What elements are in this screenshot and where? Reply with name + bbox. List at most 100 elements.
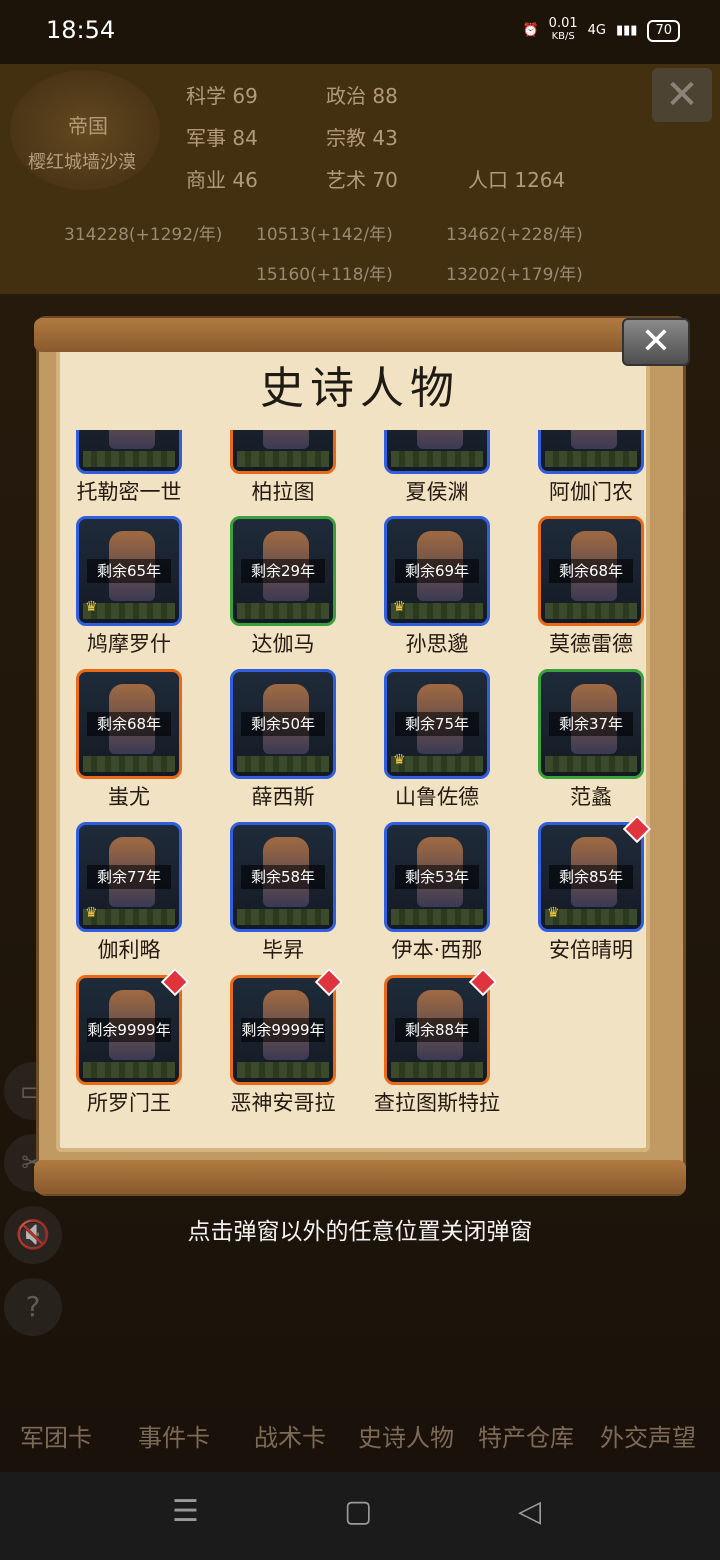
remaining-years: 剩余68年 <box>549 559 633 583</box>
toolbar-epic-characters[interactable]: 史诗人物 <box>358 1418 454 1453</box>
character-name: 山鲁佐德 <box>395 785 479 809</box>
character-card[interactable]: 剩余29年达伽马 <box>214 516 368 666</box>
help-button[interactable]: ? <box>4 1278 62 1336</box>
character-name: 查拉图斯特拉 <box>374 1091 500 1115</box>
remaining-years: 剩余85年 <box>549 865 633 889</box>
character-card[interactable]: 柏拉图 <box>214 430 368 514</box>
character-card[interactable]: 剩余9999年 恶神安哥拉 <box>214 967 368 1124</box>
character-card[interactable]: 剩余69年 ♛ 孙思邈 <box>368 516 522 666</box>
resource-food: 10513(+142/年) <box>256 225 393 245</box>
network-label: 4G <box>587 23 606 38</box>
character-card[interactable]: 剩余88年 查拉图斯特拉 <box>368 967 522 1124</box>
background-close-icon: ✕ <box>652 68 712 122</box>
remaining-years: 剩余50年 <box>241 712 325 736</box>
character-name: 夏侯渊 <box>405 480 469 504</box>
stat-science: 科学 69 <box>186 84 258 108</box>
character-name: 孙思邈 <box>405 632 469 656</box>
character-name: 安倍晴明 <box>549 938 633 962</box>
remaining-years: 剩余77年 <box>87 865 171 889</box>
remaining-years: 剩余9999年 <box>87 1018 171 1042</box>
character-name: 毕昇 <box>262 938 304 962</box>
character-portrait: 剩余75年 ♛ <box>384 669 490 779</box>
grass-decoration <box>545 756 637 772</box>
menu-icon[interactable]: ☰ <box>172 1494 199 1529</box>
grass-decoration <box>83 756 175 772</box>
remaining-years: 剩余68年 <box>87 712 171 736</box>
resource-iron: 13462(+228/年) <box>446 225 583 245</box>
character-card[interactable]: 剩余75年 ♛ 山鲁佐德 <box>368 669 522 819</box>
character-portrait <box>230 430 336 474</box>
signal-icon: ▮▮▮ <box>615 23 638 38</box>
stat-art: 艺术 70 <box>326 168 398 192</box>
character-card[interactable]: 剩余53年 伊本·西那 <box>368 822 522 972</box>
character-name: 恶神安哥拉 <box>230 1091 336 1115</box>
popup-title: 史诗人物 <box>260 363 460 414</box>
character-portrait: 剩余65年 ♛ <box>76 516 182 626</box>
character-card[interactable]: 夏侯渊 <box>368 430 522 514</box>
resource-wood: 15160(+118/年) <box>256 265 393 285</box>
character-card[interactable]: 剩余68年 莫德雷德 <box>522 516 660 666</box>
character-name: 伽利略 <box>97 938 161 962</box>
character-portrait <box>384 430 490 474</box>
character-card[interactable]: 剩余85年 ♛ 安倍晴明 <box>522 814 660 972</box>
character-card[interactable]: 托勒密一世 <box>60 430 214 514</box>
toolbar-tactic-cards[interactable]: 战术卡 <box>254 1418 326 1453</box>
stat-religion: 宗教 43 <box>326 126 398 150</box>
crown-icon: ♛ <box>85 599 98 615</box>
remaining-years: 剩余53年 <box>395 865 479 889</box>
toolbar-specialty-warehouse[interactable]: 特产仓库 <box>478 1418 574 1453</box>
new-badge-icon <box>314 967 344 997</box>
remaining-years: 剩余9999年 <box>241 1018 325 1042</box>
new-badge-icon <box>160 967 190 997</box>
character-card[interactable]: 剩余58年毕昇 <box>214 822 368 972</box>
character-card[interactable]: 剩余37年范蠡 <box>522 669 660 819</box>
crown-icon: ♛ <box>393 752 406 768</box>
character-portrait <box>76 430 182 474</box>
character-portrait: 剩余58年 <box>230 822 336 932</box>
character-name: 范蠡 <box>570 785 612 809</box>
new-badge-icon <box>468 967 498 997</box>
scroll-top-rod <box>34 318 686 352</box>
character-portrait: 剩余85年 ♛ <box>538 814 652 932</box>
grass-decoration <box>237 603 329 619</box>
character-card[interactable]: 剩余77年 ♛ 伽利略 <box>60 822 214 972</box>
character-portrait: 剩余9999年 <box>230 967 344 1085</box>
character-grid[interactable]: 托勒密一世 柏拉图 夏侯渊 阿伽门农 剩余65年 ♛ 鸠摩罗什 剩余29年 达伽马 剩余69年 ♛ 孙… <box>60 430 660 1124</box>
clock: 18:54 <box>46 16 116 44</box>
character-name: 托勒密一世 <box>76 480 182 504</box>
character-portrait: 剩余53年 <box>384 822 490 932</box>
character-card[interactable]: 剩余68年 蚩尤 <box>60 669 214 819</box>
grass-decoration <box>83 451 175 467</box>
character-portrait: 剩余77年 ♛ <box>76 822 182 932</box>
new-badge-icon <box>622 814 652 844</box>
toolbar-diplomacy[interactable]: 外交声望 <box>600 1418 696 1453</box>
system-icons: ⏰ 0.01 KB/S 4G ▮▮▮ 70 <box>522 17 680 43</box>
character-card[interactable]: 剩余9999年 所罗门王 <box>60 967 214 1124</box>
character-card[interactable]: 阿伽门农 <box>522 430 660 514</box>
crown-icon: ♛ <box>393 599 406 615</box>
grass-decoration <box>237 451 329 467</box>
character-card[interactable]: 剩余50年 薛西斯 <box>214 669 368 819</box>
status-bar: 18:54 ⏰ 0.01 KB/S 4G ▮▮▮ 70 <box>0 0 720 64</box>
home-icon[interactable]: ▢ <box>344 1494 372 1529</box>
toolbar-legion-cards[interactable]: 军团卡 <box>20 1418 92 1453</box>
back-icon[interactable]: ◁ <box>518 1494 541 1529</box>
scroll-bottom-rod <box>34 1160 686 1194</box>
remaining-years: 剩余29年 <box>241 559 325 583</box>
character-figure <box>417 430 463 449</box>
emblem-title: 帝国 <box>68 114 108 138</box>
character-card[interactable]: 剩余65年 ♛ 鸠摩罗什 <box>60 516 214 666</box>
grass-decoration <box>237 756 329 772</box>
character-portrait: 剩余68年 <box>538 516 644 626</box>
grass-decoration <box>391 909 483 925</box>
grass-decoration <box>545 451 637 467</box>
navigation-bar: ☰ ▢ ◁ <box>0 1472 720 1560</box>
remaining-years: 剩余58年 <box>241 865 325 889</box>
character-name: 鸠摩罗什 <box>87 632 171 656</box>
toolbar-event-cards[interactable]: 事件卡 <box>138 1418 210 1453</box>
character-portrait <box>538 430 644 474</box>
resource-gold: 314228(+1292/年) <box>64 225 223 245</box>
character-name: 柏拉图 <box>251 480 315 504</box>
remaining-years: 剩余37年 <box>549 712 633 736</box>
character-name: 达伽马 <box>251 632 315 656</box>
